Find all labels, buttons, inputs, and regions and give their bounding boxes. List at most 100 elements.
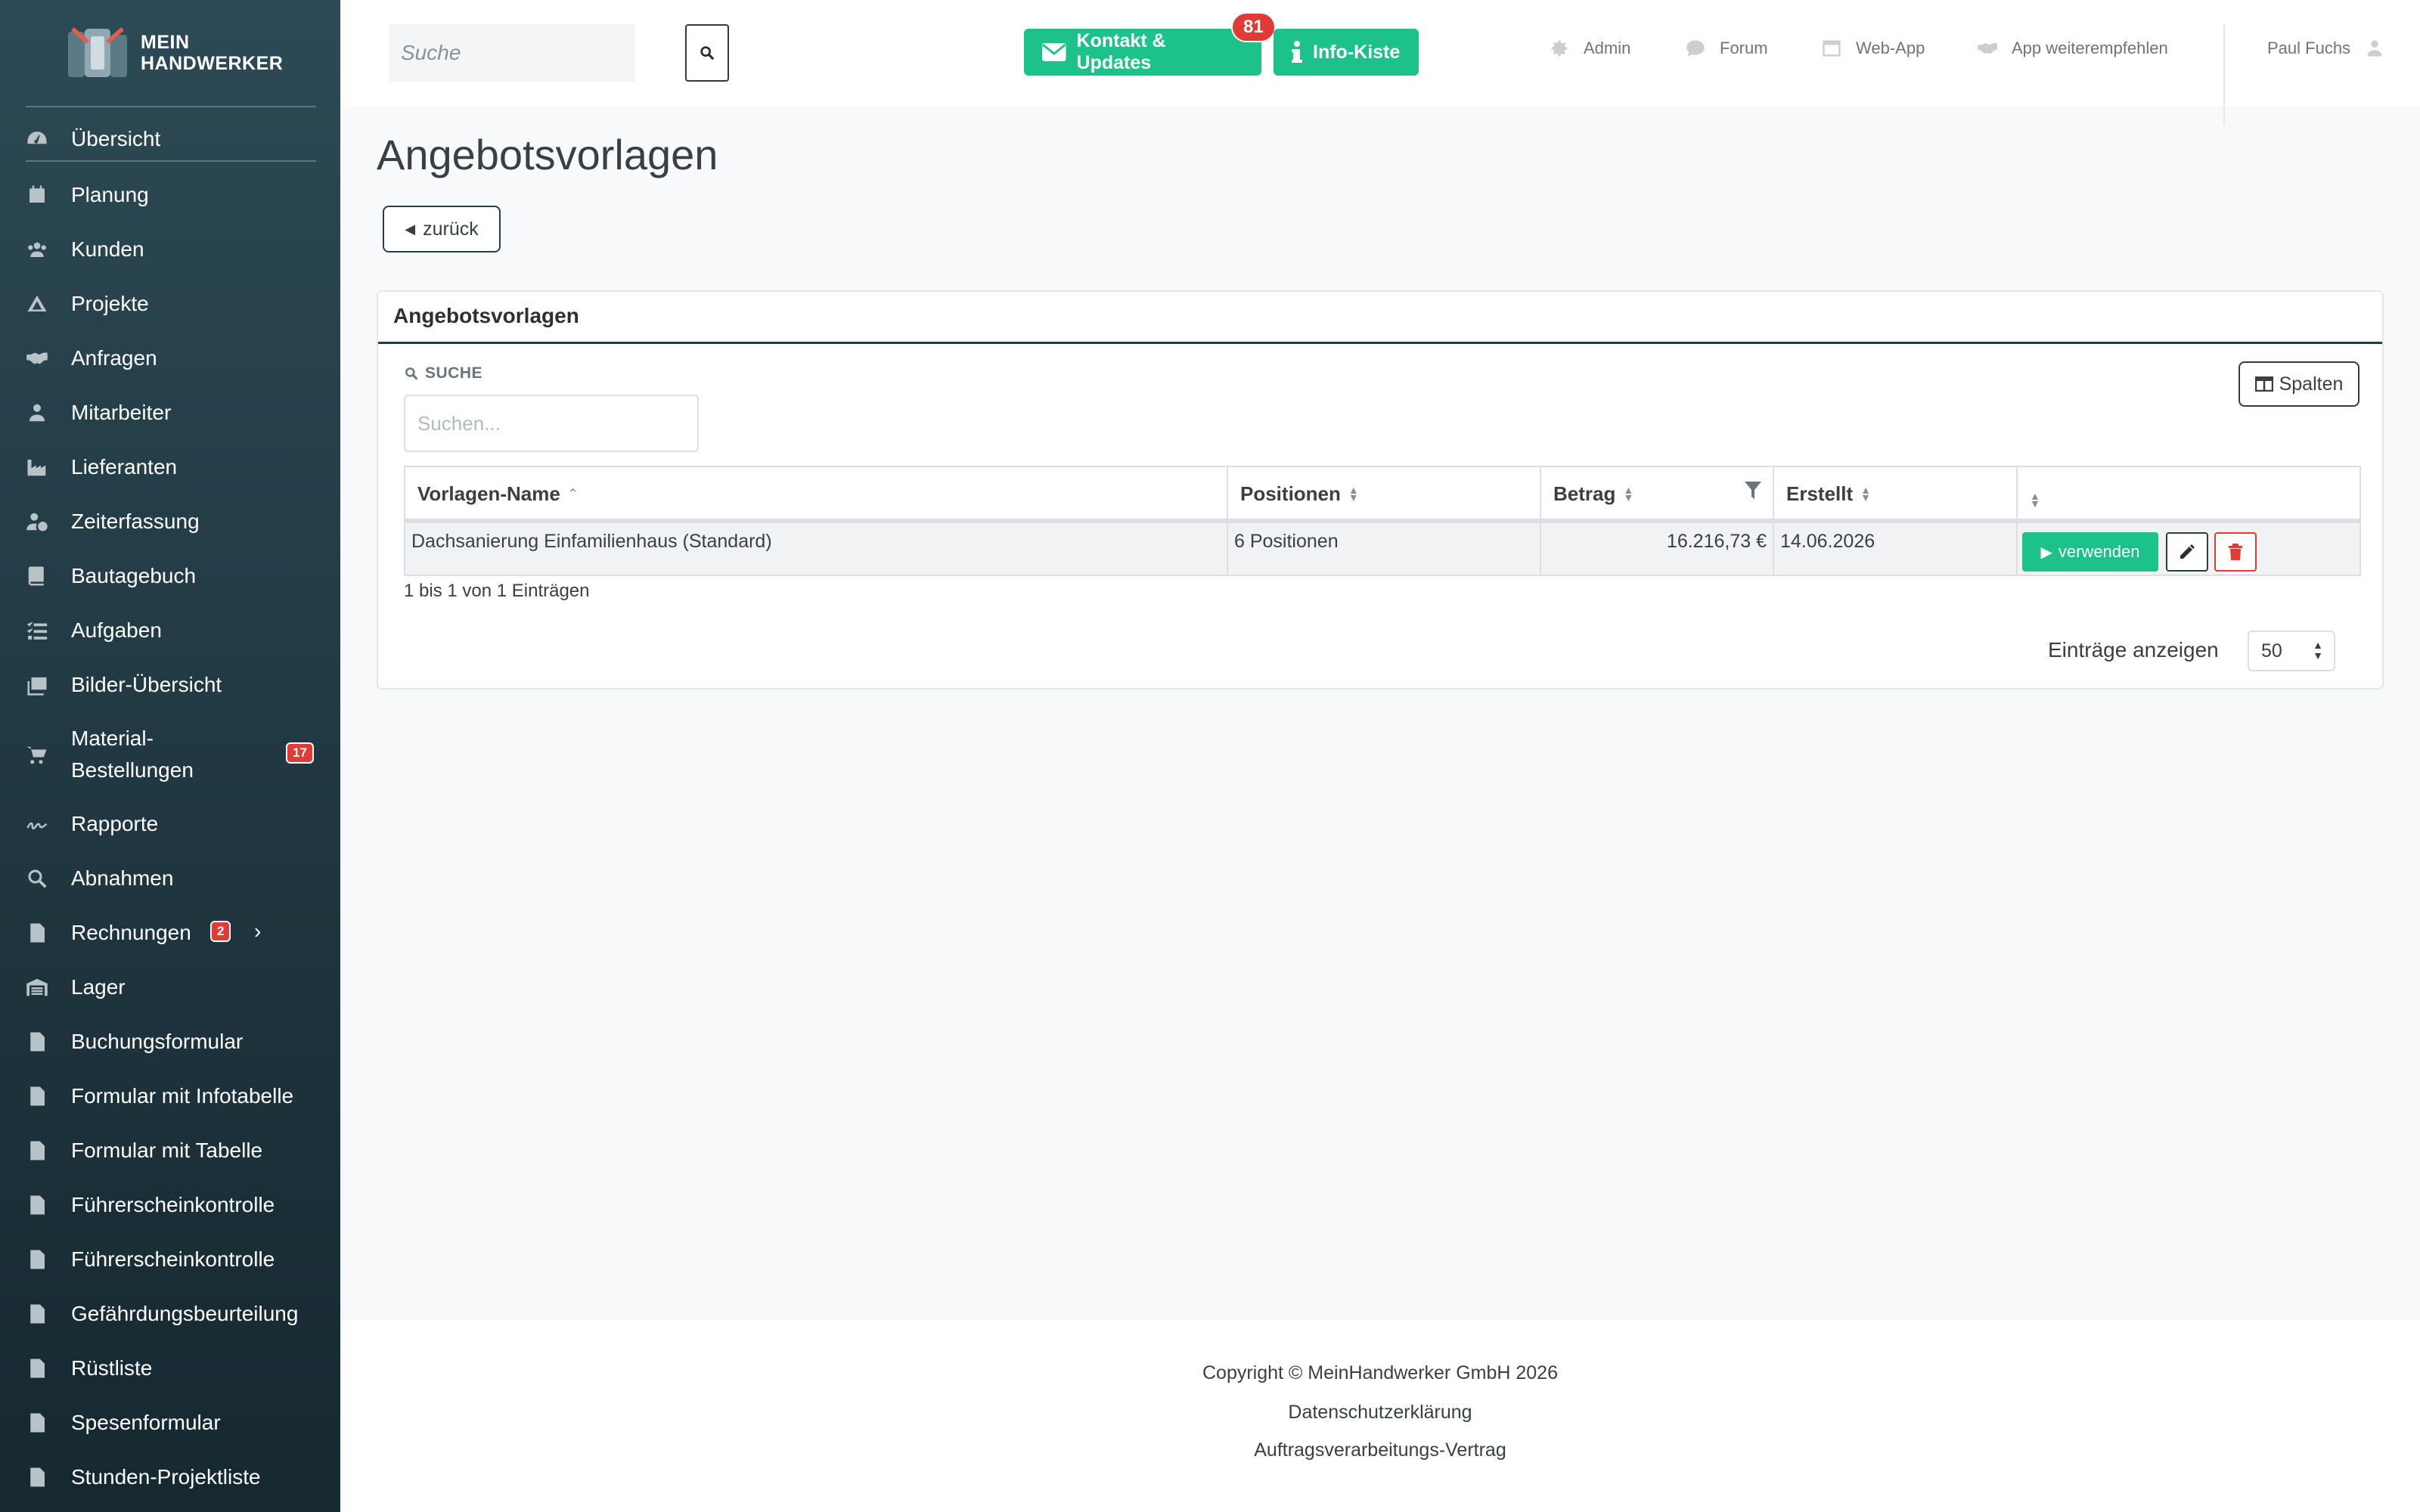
back-button[interactable]: ◀ zurück [383,206,501,253]
admin-label: Admin [1584,39,1631,57]
info-kiste-label: Info-Kiste [1313,41,1401,63]
search-icon [405,367,418,380]
page-length-value: 50 [2261,640,2282,662]
info-kiste-button[interactable]: Info-Kiste [1274,29,1419,76]
sidebar-item-lager[interactable]: Lager [0,968,340,1007]
contact-updates-button[interactable]: Kontakt & Updates [1024,29,1261,76]
footer-copyright: Copyright © MeinHandwerker GmbH 2026 [1202,1362,1558,1383]
sidebar-item-mitarbeiter[interactable]: Mitarbeiter [0,393,340,432]
sidebar-item-spesenformular[interactable]: Spesenformular [0,1403,340,1442]
sidebar-item-projekte[interactable]: Projekte [0,284,340,324]
users-icon [24,237,50,262]
sidebar-item-label: Führerscheinkontrolle [71,1247,275,1271]
chat-icon [1686,40,1705,57]
privacy-link[interactable]: Datenschutzerklärung [1288,1402,1472,1423]
filter-icon[interactable] [1744,481,1762,500]
column-header-name[interactable]: Vorlagen-Name ⌃ [405,467,1228,520]
user-menu[interactable]: Paul Fuchs [2267,38,2385,59]
column-header-created[interactable]: Erstellt ▲ ▼ [1774,467,2018,520]
document-icon [24,1464,50,1490]
select-arrows-icon: ▲ ▼ [2313,639,2323,662]
column-header-amount[interactable]: Betrag ▲ ▼ [1541,467,1774,520]
delete-template-button[interactable] [2214,532,2257,572]
industry-icon [24,454,50,480]
column-header-positions-label: Positionen [1240,482,1341,505]
sidebar-item-aufgaben[interactable]: Aufgaben [0,611,340,650]
global-search-button[interactable] [685,24,729,82]
sidebar-item-fuehrerscheinkontrolle[interactable]: Führerscheinkontrolle [0,1185,340,1225]
use-template-button[interactable]: ▶ verwenden [2022,532,2158,572]
sidebar-item-fuehrerscheinkontrolle-2[interactable]: Führerscheinkontrolle [0,1240,340,1279]
sidebar-item-uebersicht[interactable]: Übersicht [0,119,340,159]
sort-asc-icon: ⌃ [567,488,579,500]
sidebar-item-gefaehrdungsbeurteilung[interactable]: Gefährdungsbeurteilung [0,1294,340,1334]
chevron-right-icon[interactable]: › [254,919,261,943]
page-length-label: Einträge anzeigen [2048,638,2219,662]
sidebar-item-label: Stunden-Projektliste [71,1465,261,1489]
edit-template-button[interactable] [2166,532,2208,572]
cell-positions: 6 Positionen [1228,523,1541,575]
sidebar-item-stunden-projektliste[interactable]: Stunden-Projektliste [0,1458,340,1497]
cell-created: 14.06.2026 [1774,523,2018,575]
cell-amount: 16.216,73 € [1541,523,1774,575]
columns-icon [2254,376,2273,392]
webapp-link[interactable]: Web-App [1821,38,1925,59]
page-length-select[interactable]: 50 ▲ ▼ [2248,631,2335,671]
sidebar-divider [26,106,316,107]
sidebar-item-zeiterfassung[interactable]: Zeiterfassung [0,502,340,541]
user-name: Paul Fuchs [2267,39,2351,57]
back-button-label: zurück [423,218,479,240]
sidebar-item-formular-tabelle[interactable]: Formular mit Tabelle [0,1131,340,1170]
column-header-amount-label: Betrag [1553,482,1616,505]
admin-link[interactable]: Admin [1549,38,1630,59]
table-row[interactable]: Dachsanierung Einfamilienhaus (Standard)… [404,523,2361,576]
document-icon [24,1083,50,1109]
sort-icon: ▲ ▼ [1860,484,1872,503]
global-search-input[interactable] [389,24,635,82]
sidebar-item-label: Spesenformular [71,1411,221,1434]
sidebar-item-lieferanten[interactable]: Lieferanten [0,448,340,487]
columns-button[interactable]: Spalten [2238,361,2360,407]
sidebar-item-kunden[interactable]: Kunden [0,230,340,269]
sidebar-item-buchungsformular[interactable]: Buchungsformular [0,1022,340,1061]
sidebar-item-rapporte[interactable]: Rapporte [0,804,340,844]
sidebar-item-label: Buchungsformular [71,1030,244,1053]
recommend-app-link[interactable]: App weiterempfehlen [1977,38,2168,59]
sort-icon: ▲ ▼ [1348,484,1359,503]
sidebar-item-label: Rapporte [71,812,159,835]
logo-icon [64,24,132,82]
column-header-positions[interactable]: Positionen ▲ ▼ [1228,467,1541,520]
column-header-actions[interactable]: ▲ ▼ [2018,467,2360,520]
sidebar-item-label-line2: Bestellungen [71,758,194,782]
search-icon [24,866,50,891]
sidebar-item-ruestliste[interactable]: Rüstliste [0,1349,340,1388]
app-logo[interactable]: MEIN HANDWERKER [64,23,290,83]
document-icon [24,1138,50,1163]
sidebar-item-formular-infotabelle[interactable]: Formular mit Infotabelle [0,1077,340,1116]
sidebar-item-material-bestellungen[interactable]: Material- Bestellungen 17 [0,720,340,789]
sidebar-item-rechnungen[interactable]: Rechnungen 2 › [0,913,340,953]
logo-text: MEIN HANDWERKER [141,32,283,74]
sidebar-item-label: Formular mit Infotabelle [71,1084,294,1108]
table-search-input[interactable] [404,395,699,452]
sidebar-item-bilder[interactable]: Bilder-Übersicht [0,665,340,705]
sidebar-item-label: Lieferanten [71,455,178,479]
table-search-label-text: SUCHE [425,364,483,382]
sidebar-item-bautagebuch[interactable]: Bautagebuch [0,556,340,596]
topbar: Kontakt & Updates 81 Info-Kiste Admin Fo… [340,0,2420,125]
sidebar-item-anfragen[interactable]: Anfragen [0,339,340,378]
contract-link[interactable]: Auftragsverarbeitungs-Vertrag [1254,1439,1506,1461]
sidebar-item-label: Projekte [71,292,149,315]
sidebar-divider [26,160,316,162]
forum-link[interactable]: Forum [1685,38,1768,59]
sidebar-item-abnahmen[interactable]: Abnahmen [0,859,340,898]
calendar-icon [24,182,50,208]
card-title: Angebotsvorlagen [393,304,579,327]
sidebar-item-label: Aufgaben [71,618,162,642]
trash-icon [2229,544,2242,560]
sidebar-item-label: Anfragen [71,346,157,370]
sidebar-item-planung[interactable]: Planung [0,175,340,215]
column-header-name-label: Vorlagen-Name [417,482,560,505]
sidebar-item-label: Übersicht [71,127,161,150]
recommend-app-label: App weiterempfehlen [2012,39,2168,57]
